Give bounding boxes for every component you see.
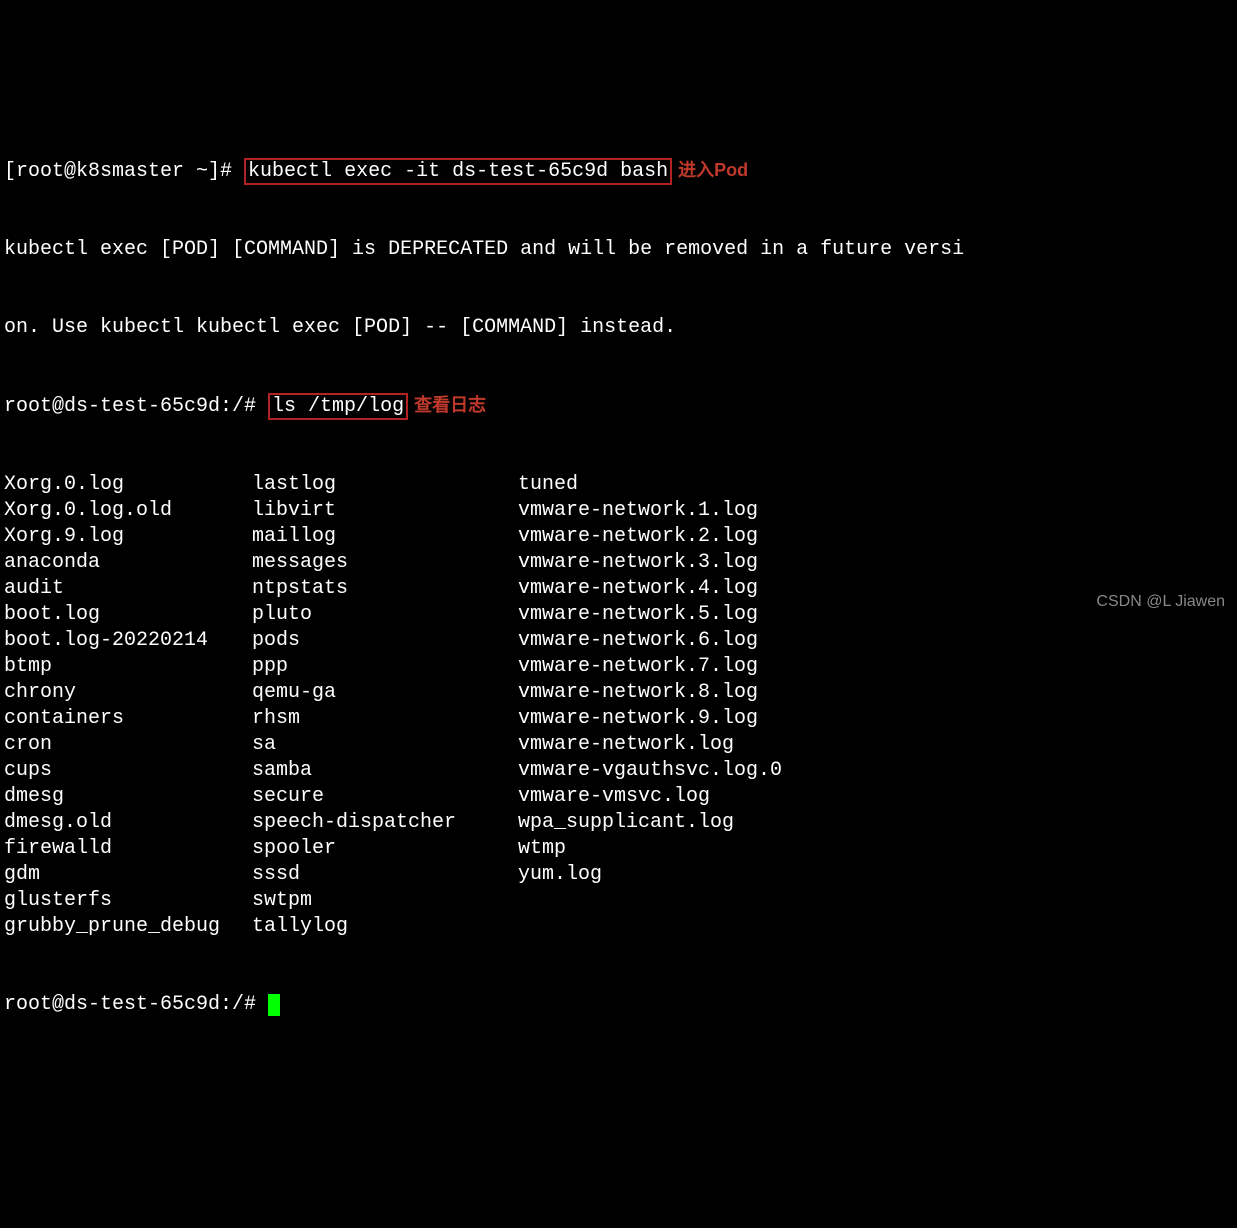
table-row: chronyqemu-gavmware-network.8.log xyxy=(4,680,782,706)
file-name: pluto xyxy=(252,602,518,628)
terminal[interactable]: [root@k8smaster ~]# kubectl exec -it ds-… xyxy=(0,104,1237,1046)
file-name: speech-dispatcher xyxy=(252,810,518,836)
file-name: containers xyxy=(4,706,252,732)
table-row: Xorg.0.log.oldlibvirtvmware-network.1.lo… xyxy=(4,498,782,524)
file-name: pods xyxy=(252,628,518,654)
table-row: cupssambavmware-vgauthsvc.log.0 xyxy=(4,758,782,784)
file-name: maillog xyxy=(252,524,518,550)
file-name: firewalld xyxy=(4,836,252,862)
file-name: secure xyxy=(252,784,518,810)
file-name: anaconda xyxy=(4,550,252,576)
file-name: boot.log xyxy=(4,602,252,628)
ls-output: Xorg.0.loglastlogtunedXorg.0.log.oldlibv… xyxy=(4,472,782,940)
line-cmd1: [root@k8smaster ~]# kubectl exec -it ds-… xyxy=(4,158,1233,185)
file-name: swtpm xyxy=(252,888,518,914)
prompt1: [root@k8smaster ~]# xyxy=(4,160,244,183)
table-row: anacondamessagesvmware-network.3.log xyxy=(4,550,782,576)
file-name: vmware-network.log xyxy=(518,732,782,758)
table-row: dmesg.oldspeech-dispatcherwpa_supplicant… xyxy=(4,810,782,836)
file-name: audit xyxy=(4,576,252,602)
table-row: gdmsssdyum.log xyxy=(4,862,782,888)
file-name: vmware-network.4.log xyxy=(518,576,782,602)
table-row: Xorg.0.loglastlogtuned xyxy=(4,472,782,498)
file-name: rhsm xyxy=(252,706,518,732)
file-name: ppp xyxy=(252,654,518,680)
table-row: glusterfsswtpm xyxy=(4,888,782,914)
cmd1-text: kubectl exec -it ds-test-65c9d bash xyxy=(248,160,668,183)
file-name: vmware-vgauthsvc.log.0 xyxy=(518,758,782,784)
table-row: btmppppvmware-network.7.log xyxy=(4,654,782,680)
file-name: vmware-network.5.log xyxy=(518,602,782,628)
file-name: tallylog xyxy=(252,914,518,940)
watermark: CSDN @L Jiawen xyxy=(1096,592,1225,613)
table-row: containersrhsmvmware-network.9.log xyxy=(4,706,782,732)
file-name: messages xyxy=(252,550,518,576)
file-name: grubby_prune_debug xyxy=(4,914,252,940)
file-name: Xorg.9.log xyxy=(4,524,252,550)
file-name: ntpstats xyxy=(252,576,518,602)
file-name: lastlog xyxy=(252,472,518,498)
file-name: tuned xyxy=(518,472,782,498)
file-name: qemu-ga xyxy=(252,680,518,706)
prompt2: root@ds-test-65c9d:/# xyxy=(4,395,268,418)
file-name: vmware-network.2.log xyxy=(518,524,782,550)
deprecation-line1: kubectl exec [POD] [COMMAND] is DEPRECAT… xyxy=(4,237,1233,263)
file-name: vmware-network.9.log xyxy=(518,706,782,732)
file-name: wtmp xyxy=(518,836,782,862)
file-name: Xorg.0.log xyxy=(4,472,252,498)
cursor-icon xyxy=(268,994,280,1016)
cmd1-box: kubectl exec -it ds-test-65c9d bash xyxy=(244,158,672,185)
annotation-view-log: 查看日志 xyxy=(414,394,486,417)
prompt3: root@ds-test-65c9d:/# xyxy=(4,993,268,1016)
table-row: auditntpstatsvmware-network.4.log xyxy=(4,576,782,602)
file-name: yum.log xyxy=(518,862,782,888)
cmd2-box: ls /tmp/log xyxy=(268,393,408,420)
file-name: dmesg xyxy=(4,784,252,810)
file-name: wpa_supplicant.log xyxy=(518,810,782,836)
file-name: btmp xyxy=(4,654,252,680)
file-name: vmware-network.1.log xyxy=(518,498,782,524)
file-name: vmware-network.7.log xyxy=(518,654,782,680)
table-row: firewalldspoolerwtmp xyxy=(4,836,782,862)
table-row: cronsavmware-network.log xyxy=(4,732,782,758)
file-name: glusterfs xyxy=(4,888,252,914)
file-name: cups xyxy=(4,758,252,784)
file-name xyxy=(518,888,782,914)
file-name: vmware-network.8.log xyxy=(518,680,782,706)
file-name: libvirt xyxy=(252,498,518,524)
file-name: vmware-network.6.log xyxy=(518,628,782,654)
table-row: boot.logplutovmware-network.5.log xyxy=(4,602,782,628)
file-name: vmware-network.3.log xyxy=(518,550,782,576)
annotation-enter-pod: 进入Pod xyxy=(678,159,748,182)
file-name: sssd xyxy=(252,862,518,888)
table-row: grubby_prune_debugtallylog xyxy=(4,914,782,940)
table-row: Xorg.9.logmaillogvmware-network.2.log xyxy=(4,524,782,550)
file-name: boot.log-20220214 xyxy=(4,628,252,654)
line-cmd2: root@ds-test-65c9d:/# ls /tmp/log 查看日志 xyxy=(4,393,1233,420)
file-name: sa xyxy=(252,732,518,758)
file-name: cron xyxy=(4,732,252,758)
file-name xyxy=(518,914,782,940)
cmd2-text: ls /tmp/log xyxy=(272,395,404,418)
file-name: Xorg.0.log.old xyxy=(4,498,252,524)
deprecation-line2: on. Use kubectl kubectl exec [POD] -- [C… xyxy=(4,315,1233,341)
file-name: gdm xyxy=(4,862,252,888)
table-row: dmesgsecurevmware-vmsvc.log xyxy=(4,784,782,810)
file-name: dmesg.old xyxy=(4,810,252,836)
line-prompt3: root@ds-test-65c9d:/# xyxy=(4,992,1233,1018)
table-row: boot.log-20220214podsvmware-network.6.lo… xyxy=(4,628,782,654)
file-name: samba xyxy=(252,758,518,784)
file-name: chrony xyxy=(4,680,252,706)
file-name: vmware-vmsvc.log xyxy=(518,784,782,810)
file-name: spooler xyxy=(252,836,518,862)
